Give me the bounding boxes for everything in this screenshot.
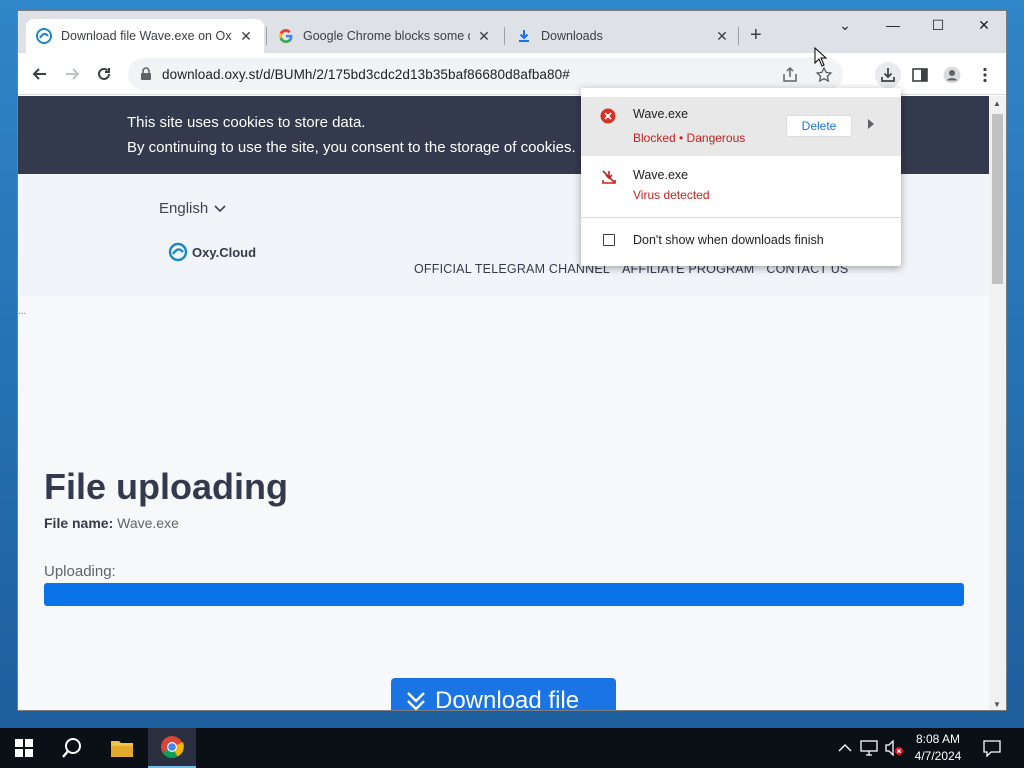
- blocked-download-icon: [602, 170, 616, 184]
- volume-muted-icon[interactable]: [884, 740, 904, 756]
- mouse-cursor-icon: [814, 47, 828, 67]
- lock-icon[interactable]: [140, 67, 152, 81]
- file-name-label: File name:: [44, 515, 114, 531]
- taskbar-clock[interactable]: 8:08 AM 4/7/2024: [902, 731, 974, 765]
- reload-icon: [98, 67, 110, 80]
- download-item-status: Blocked • Dangerous: [633, 131, 746, 145]
- chrome-taskbar-button[interactable]: [148, 728, 196, 768]
- dont-show-checkbox[interactable]: [603, 234, 615, 246]
- menu-button[interactable]: [972, 62, 998, 88]
- search-button[interactable]: [48, 728, 96, 768]
- tab-divider: [266, 27, 267, 45]
- close-window-button[interactable]: ✕: [969, 17, 999, 34]
- reload-button[interactable]: [92, 62, 116, 86]
- downloads-bubble: Wave.exe Blocked • Dangerous Delete Wave…: [581, 88, 901, 266]
- search-icon: [62, 738, 81, 758]
- profile-button[interactable]: [939, 62, 965, 88]
- download-file-button[interactable]: Download file: [391, 678, 616, 711]
- profile-avatar-icon: [943, 66, 961, 84]
- start-button[interactable]: [0, 728, 48, 768]
- file-explorer-button[interactable]: [98, 728, 146, 768]
- file-name-line: File name: Wave.exe: [44, 515, 179, 531]
- address-bar[interactable]: download.oxy.st/d/BUMh/2/175bd3cdc2d13b3…: [128, 58, 843, 90]
- minimize-button[interactable]: —: [878, 17, 908, 33]
- url-text[interactable]: download.oxy.st/d/BUMh/2/175bd3cdc2d13b3…: [162, 67, 570, 82]
- logo-text: Oxy.Cloud: [192, 244, 257, 260]
- new-tab-button[interactable]: +: [750, 25, 762, 45]
- uploading-label: Uploading:: [44, 563, 116, 580]
- bookmark-star-icon[interactable]: [815, 66, 833, 84]
- google-icon: [279, 29, 293, 43]
- expand-caret-icon[interactable]: [868, 119, 874, 129]
- tab-label: Download file Wave.exe on Oxy.cloud: [61, 29, 232, 43]
- back-button[interactable]: [28, 62, 52, 86]
- chevron-down-icon: [214, 204, 226, 212]
- language-label: English: [159, 200, 209, 217]
- back-arrow-icon: [32, 68, 46, 80]
- download-item-virus[interactable]: Wave.exe Virus detected: [581, 158, 901, 216]
- tab-search-button[interactable]: ⌄: [830, 17, 860, 34]
- forward-button[interactable]: [60, 62, 84, 86]
- taskbar: 8:08 AM 4/7/2024: [0, 728, 1024, 768]
- double-chevron-down-icon: [407, 692, 425, 710]
- forward-arrow-icon: [66, 68, 80, 80]
- oxy-cloud-logo-icon: [168, 242, 188, 262]
- notification-icon: [983, 740, 1001, 757]
- kebab-menu-icon: [983, 67, 987, 83]
- site-logo[interactable]: Oxy.Cloud: [168, 242, 256, 262]
- scroll-up-icon[interactable]: ▲: [993, 99, 1001, 108]
- download-tray-icon: [881, 68, 895, 82]
- tab-downloads[interactable]: Downloads ✕: [506, 19, 740, 53]
- tab-oxy-download[interactable]: Download file Wave.exe on Oxy.cloud ✕: [26, 19, 264, 53]
- network-icon[interactable]: [860, 740, 878, 756]
- page-title: File uploading: [44, 466, 288, 507]
- clock-time: 8:08 AM: [915, 732, 961, 746]
- downloads-button[interactable]: [875, 62, 901, 88]
- tab-divider: [738, 27, 739, 45]
- download-icon: [519, 30, 529, 42]
- folder-icon: [111, 741, 133, 757]
- tab-strip: Download file Wave.exe on Oxy.cloud ✕ Go…: [18, 11, 1006, 53]
- tray-icons: [838, 728, 904, 768]
- bubble-divider: [581, 217, 901, 218]
- chrome-icon: [161, 736, 184, 758]
- maximize-button[interactable]: ☐: [923, 17, 953, 34]
- windows-logo-icon: [15, 739, 33, 757]
- tab-close-icon[interactable]: ✕: [714, 28, 730, 45]
- download-item-blocked[interactable]: Wave.exe Blocked • Dangerous Delete: [581, 97, 901, 156]
- share-icon[interactable]: [781, 66, 799, 84]
- clock-date: 4/7/2024: [914, 749, 962, 763]
- chevron-up-icon[interactable]: [838, 743, 852, 753]
- scrollbar-thumb[interactable]: [992, 114, 1003, 284]
- delete-download-button[interactable]: Delete: [786, 115, 852, 137]
- tab-close-icon[interactable]: ✕: [476, 28, 492, 45]
- download-item-name: Wave.exe: [633, 168, 689, 182]
- dont-show-label[interactable]: Don't show when downloads finish: [633, 233, 824, 247]
- language-selector[interactable]: English: [159, 200, 226, 217]
- tab-label: Google Chrome blocks some downloads: [303, 29, 470, 43]
- oxy-cloud-icon: [36, 28, 52, 44]
- download-item-status: Virus detected: [633, 188, 710, 202]
- file-name-value: Wave.exe: [117, 515, 179, 531]
- action-center-button[interactable]: [968, 728, 1016, 768]
- download-file-label: Download file: [435, 687, 580, 711]
- tab-close-icon[interactable]: ✕: [238, 28, 254, 45]
- side-panel-icon: [912, 68, 928, 82]
- upload-progress-fill: [44, 583, 964, 606]
- download-item-name: Wave.exe: [633, 107, 689, 121]
- tab-divider: [504, 27, 505, 45]
- tab-label: Downloads: [541, 29, 603, 43]
- scroll-down-icon[interactable]: ▼: [993, 700, 1001, 709]
- vertical-scrollbar[interactable]: ▲ ▼: [989, 96, 1006, 710]
- side-panel-button[interactable]: [907, 62, 933, 88]
- ellipsis-text: ...: [18, 306, 27, 317]
- error-circle-icon: [600, 108, 616, 124]
- tab-chrome-blocks[interactable]: Google Chrome blocks some downloads ✕: [268, 19, 502, 53]
- upload-progress-bar: [44, 583, 964, 606]
